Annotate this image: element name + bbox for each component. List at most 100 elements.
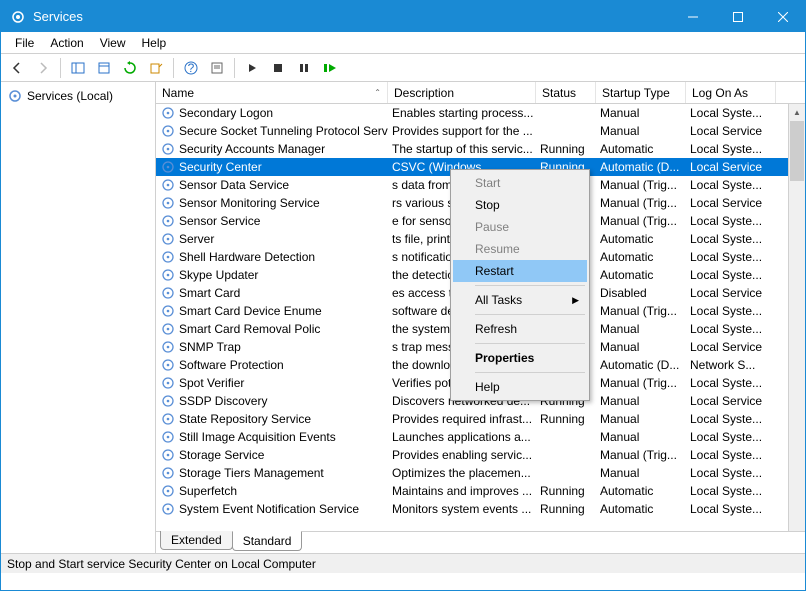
column-status[interactable]: Status: [536, 82, 596, 103]
tree-root-services-local[interactable]: Services (Local): [1, 86, 155, 106]
start-service-button[interactable]: [240, 56, 264, 80]
gear-icon: [160, 339, 176, 355]
service-log-on-as: Local Syste...: [686, 214, 776, 228]
back-button[interactable]: [5, 56, 29, 80]
service-name: Superfetch: [179, 484, 237, 498]
service-log-on-as: Local Syste...: [686, 322, 776, 336]
pause-service-button[interactable]: [292, 56, 316, 80]
title-bar: Services: [1, 1, 805, 32]
service-log-on-as: Local Service: [686, 124, 776, 138]
stop-service-button[interactable]: [266, 56, 290, 80]
service-log-on-as: Local Syste...: [686, 232, 776, 246]
chevron-right-icon: ▶: [572, 295, 579, 306]
properties-button[interactable]: [205, 56, 229, 80]
context-restart[interactable]: Restart: [453, 260, 587, 282]
service-name: Storage Tiers Management: [179, 466, 324, 480]
service-name: Smart Card Device Enume: [179, 304, 322, 318]
restart-service-button[interactable]: [318, 56, 342, 80]
app-gear-icon: [9, 8, 27, 26]
gear-icon: [7, 88, 23, 104]
window-title: Services: [33, 9, 670, 24]
gear-icon: [160, 303, 176, 319]
tree-root-label: Services (Local): [27, 89, 113, 103]
service-name: Shell Hardware Detection: [179, 250, 315, 264]
context-all-tasks[interactable]: All Tasks▶: [453, 289, 587, 311]
menu-action[interactable]: Action: [42, 34, 91, 52]
forward-button[interactable]: [31, 56, 55, 80]
refresh-button[interactable]: [118, 56, 142, 80]
tab-standard[interactable]: Standard: [232, 531, 303, 551]
close-button[interactable]: [760, 1, 805, 32]
service-log-on-as: Local Syste...: [686, 412, 776, 426]
table-row[interactable]: Secondary LogonEnables starting process.…: [156, 104, 805, 122]
context-refresh[interactable]: Refresh: [453, 318, 587, 340]
service-startup-type: Manual: [596, 466, 686, 480]
table-row[interactable]: Storage Service Provides enabling servic.…: [156, 446, 805, 464]
service-name: Server: [179, 232, 214, 246]
service-name: System Event Notification Service: [179, 502, 359, 516]
gear-icon: [160, 285, 176, 301]
column-name[interactable]: Name⌃: [156, 82, 388, 103]
menu-view[interactable]: View: [92, 34, 134, 52]
service-log-on-as: Local Syste...: [686, 250, 776, 264]
table-row[interactable]: Security Accounts ManagerThe startup of …: [156, 140, 805, 158]
context-help[interactable]: Help: [453, 376, 587, 398]
context-pause[interactable]: Pause: [453, 216, 587, 238]
gear-icon: [160, 177, 176, 193]
context-resume[interactable]: Resume: [453, 238, 587, 260]
table-row[interactable]: Storage Tiers ManagementOptimizes the pl…: [156, 464, 805, 482]
gear-icon: [160, 231, 176, 247]
table-row[interactable]: Secure Socket Tunneling Protocol Service…: [156, 122, 805, 140]
column-description[interactable]: Description: [388, 82, 536, 103]
service-description: Launches applications a...: [388, 430, 536, 444]
context-properties[interactable]: Properties: [453, 347, 587, 369]
service-log-on-as: Local Syste...: [686, 106, 776, 120]
service-log-on-as: Local Syste...: [686, 268, 776, 282]
service-description: Provides enabling servic...: [388, 448, 536, 462]
maximize-button[interactable]: [715, 1, 760, 32]
service-log-on-as: Local Syste...: [686, 178, 776, 192]
table-row[interactable]: State Repository ServiceProvides require…: [156, 410, 805, 428]
menu-help[interactable]: Help: [134, 34, 175, 52]
show-hide-tree-button[interactable]: [66, 56, 90, 80]
service-startup-type: Automatic (D...: [596, 358, 686, 372]
menu-file[interactable]: File: [7, 34, 42, 52]
tab-extended[interactable]: Extended: [160, 531, 233, 550]
export-button[interactable]: [144, 56, 168, 80]
column-log-on-as[interactable]: Log On As: [686, 82, 776, 103]
service-name: Skype Updater: [179, 268, 258, 282]
table-row[interactable]: Still Image Acquisition EventsLaunches a…: [156, 428, 805, 446]
context-separator: [475, 372, 585, 373]
service-name: Storage Service: [179, 448, 264, 462]
service-startup-type: Automatic: [596, 232, 686, 246]
tree-pane: Services (Local): [1, 82, 156, 553]
vertical-scrollbar[interactable]: ▲ ▼: [788, 104, 805, 553]
service-log-on-as: Local Service: [686, 196, 776, 210]
table-row[interactable]: SuperfetchMaintains and improves ...Runn…: [156, 482, 805, 500]
toolbar: ?: [1, 54, 805, 82]
service-log-on-as: Local Syste...: [686, 448, 776, 462]
help-button[interactable]: ?: [179, 56, 203, 80]
service-startup-type: Automatic: [596, 142, 686, 156]
menu-bar: File Action View Help: [1, 32, 805, 54]
service-log-on-as: Local Syste...: [686, 466, 776, 480]
service-name: Spot Verifier: [179, 376, 244, 390]
gear-icon: [160, 465, 176, 481]
service-description: Enables starting process...: [388, 106, 536, 120]
minimize-button[interactable]: [670, 1, 715, 32]
service-status: Running: [536, 502, 596, 516]
scroll-thumb[interactable]: [790, 121, 804, 181]
context-start[interactable]: Start: [453, 172, 587, 194]
export-list-button[interactable]: [92, 56, 116, 80]
gear-icon: [160, 357, 176, 373]
scroll-up-button[interactable]: ▲: [789, 104, 805, 121]
table-row[interactable]: System Event Notification ServiceMonitor…: [156, 500, 805, 518]
context-menu: Start Stop Pause Resume Restart All Task…: [450, 169, 590, 401]
column-startup-type[interactable]: Startup Type: [596, 82, 686, 103]
context-stop[interactable]: Stop: [453, 194, 587, 216]
service-startup-type: Automatic: [596, 484, 686, 498]
service-name: Sensor Data Service: [179, 178, 289, 192]
list-pane: Name⌃ Description Status Startup Type Lo…: [156, 82, 805, 553]
window-controls: [670, 1, 805, 32]
sort-asc-icon: ⌃: [374, 88, 381, 97]
